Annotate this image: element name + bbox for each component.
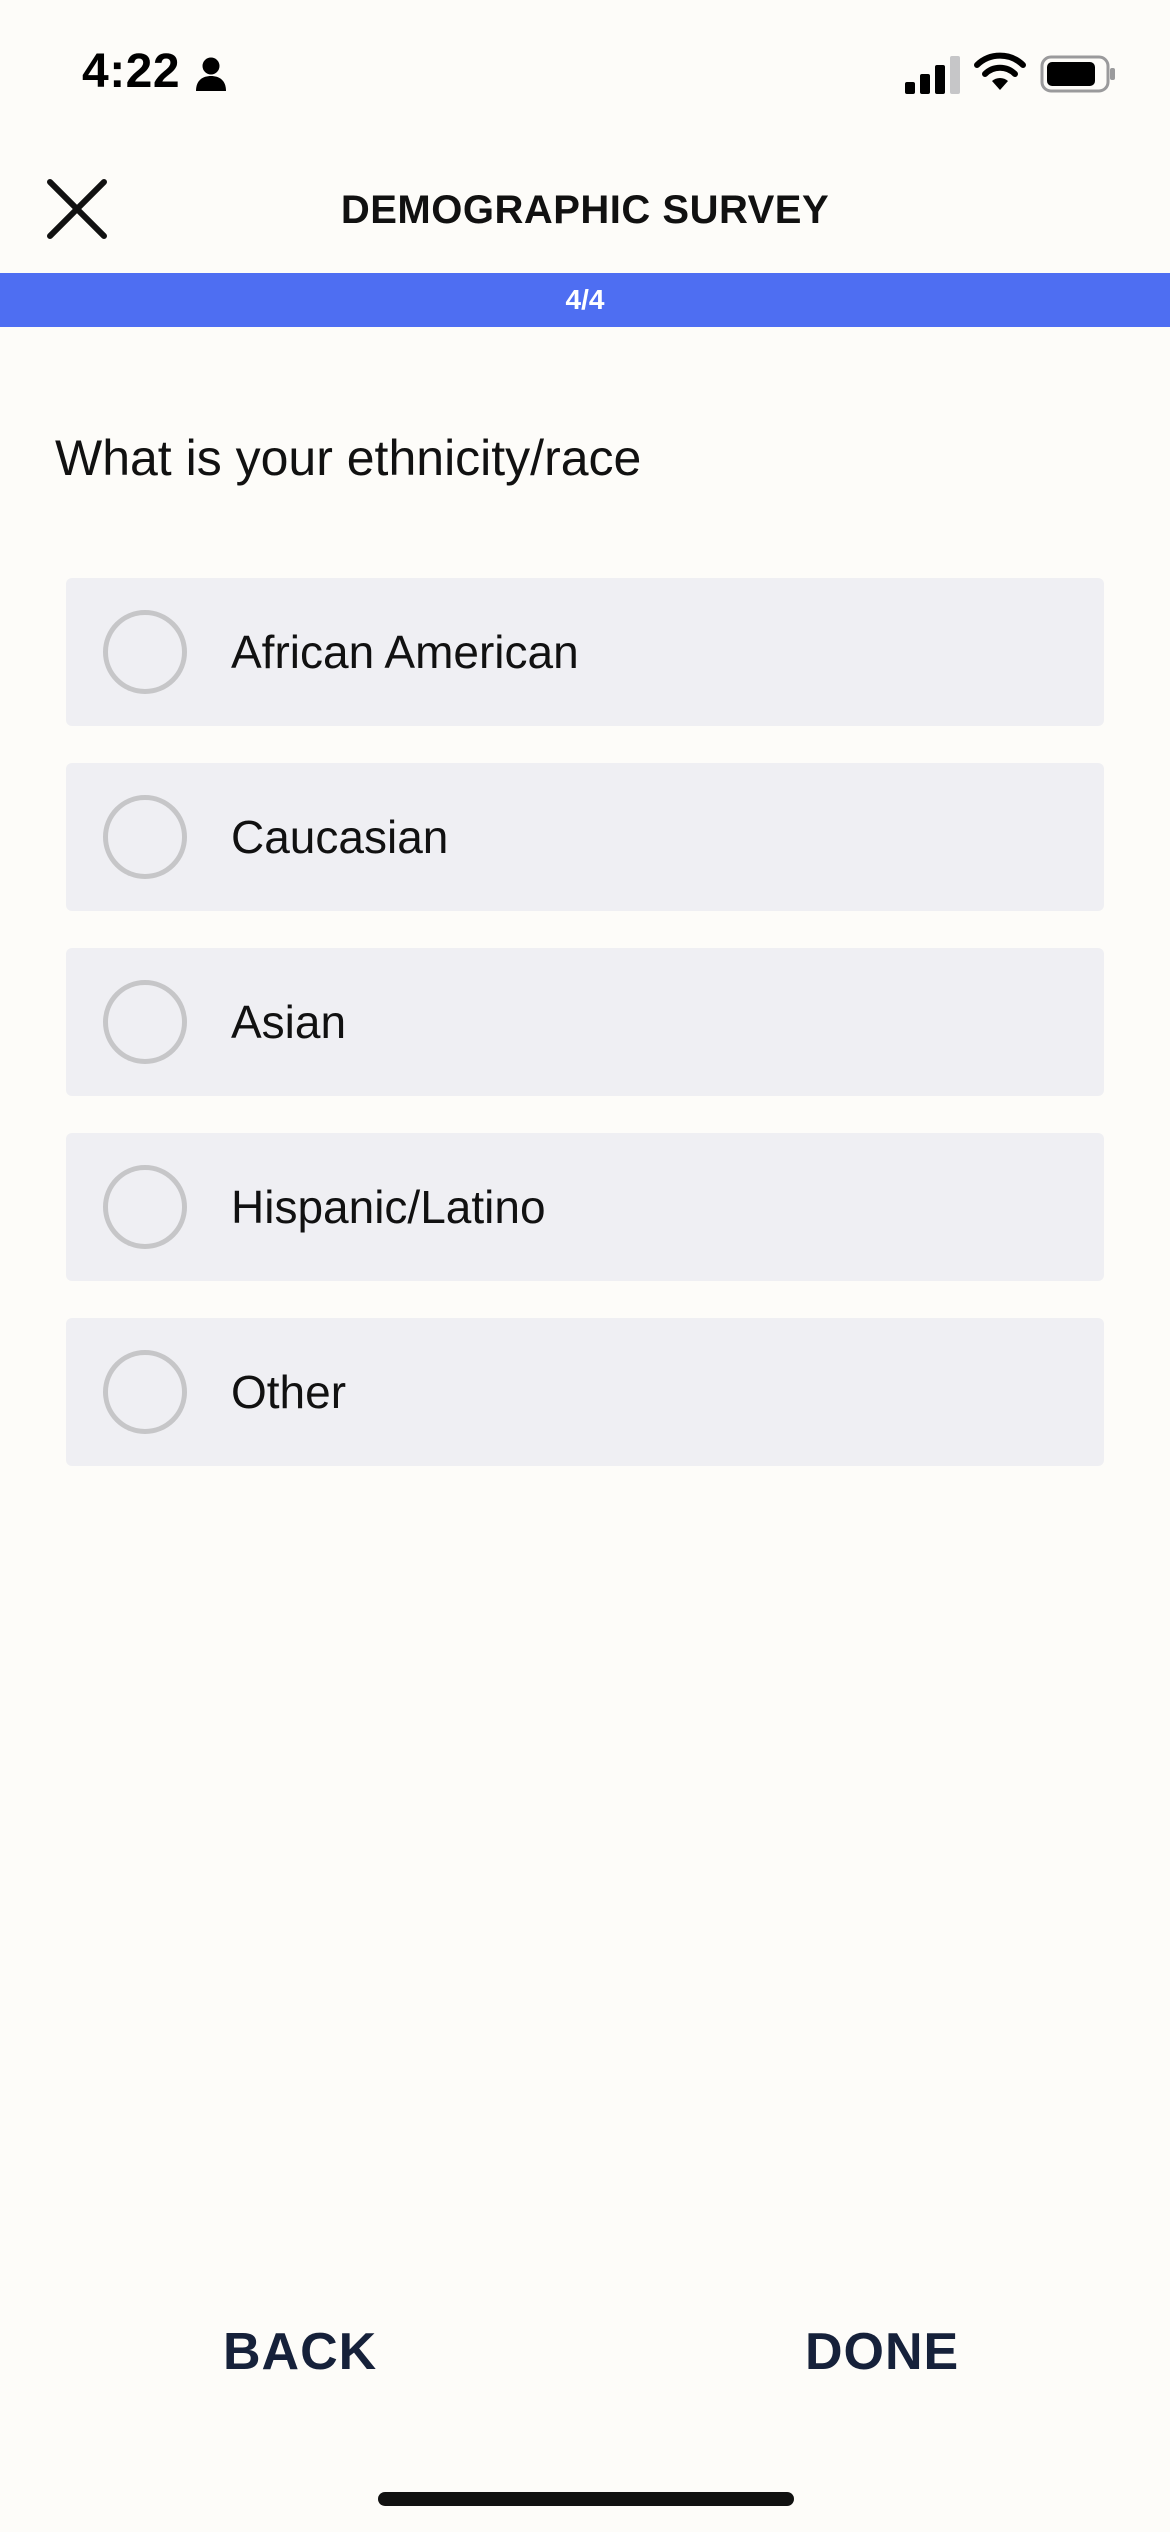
status-time: 4:22 (82, 45, 181, 98)
back-button[interactable]: BACK (223, 2316, 377, 2388)
cellular-signal-icon (905, 56, 960, 94)
question-text: What is your ethnicity/race (55, 430, 642, 486)
option-list: African American Caucasian Asian Hispani… (66, 578, 1104, 1503)
option-other[interactable]: Other (66, 1318, 1104, 1466)
option-label: Hispanic/Latino (231, 1181, 546, 1233)
option-label: African American (231, 626, 579, 678)
done-button[interactable]: DONE (805, 2316, 959, 2388)
option-caucasian[interactable]: Caucasian (66, 763, 1104, 911)
option-label: Caucasian (231, 811, 449, 863)
option-asian[interactable]: Asian (66, 948, 1104, 1096)
radio-button[interactable] (103, 1350, 187, 1434)
page-title: DEMOGRAPHIC SURVEY (340, 188, 830, 232)
wifi-icon (974, 52, 1026, 90)
battery-icon (1040, 55, 1115, 93)
progress-bar: 4/4 (0, 273, 1170, 327)
home-indicator (378, 2492, 794, 2506)
person-icon (196, 57, 226, 91)
option-hispanic-latino[interactable]: Hispanic/Latino (66, 1133, 1104, 1281)
radio-button[interactable] (103, 1165, 187, 1249)
option-label: Asian (231, 996, 347, 1048)
option-label: Other (231, 1366, 347, 1418)
radio-button[interactable] (103, 610, 187, 694)
progress-label: 4/4 (565, 284, 605, 315)
option-african-american[interactable]: African American (66, 578, 1104, 726)
radio-button[interactable] (103, 980, 187, 1064)
status-bar: 4:22 (0, 0, 1170, 150)
radio-button[interactable] (103, 795, 187, 879)
